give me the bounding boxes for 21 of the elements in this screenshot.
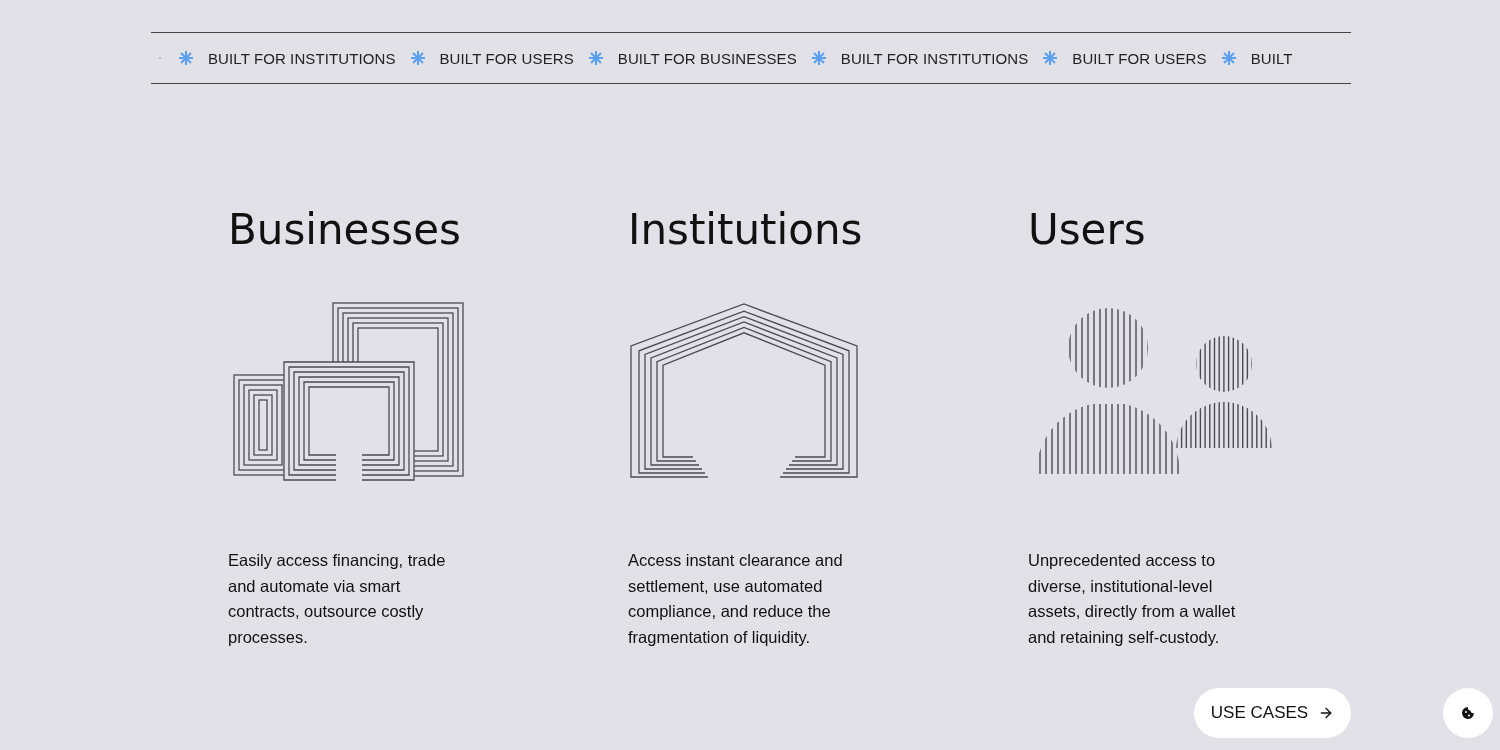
ticker-text: BUILT FOR INSTITUTIONS [208,49,396,67]
cookie-icon [1461,706,1475,720]
column-description: Access instant clearance and settlement, use automated compliance, and reduce the fragmentation of liquidity. [628,550,844,648]
column-description: Unprecedented access to diverse, institutional-level assets, directly from a wallet and retaining self-custody. [1028,550,1237,648]
ticker-text: BUILT FOR INSTITUTIONS [840,49,1029,67]
column-title: Users [1028,204,1146,256]
sparkle-icon [810,50,827,66]
ticker-text: BUILT [1250,49,1293,67]
column-description: Easily access financing, trade and automate via smart contracts, outsource costly processes. [228,550,447,648]
column-title: Institutions [628,204,863,256]
sparkle-icon [409,50,426,66]
sparkle-icon [587,50,604,66]
sparkle-icon [1042,50,1059,66]
sparkle-icon [178,50,194,66]
ticker-text: BUILT FOR USERS [439,49,574,67]
column-title: Businesses [228,204,461,256]
use-cases-button[interactable]: USE CASES [1194,688,1351,738]
sparkle-icon [1220,50,1237,66]
cookie-button[interactable] [1443,688,1493,738]
ticker-text: BUILT FOR USERS [1072,49,1207,67]
ticker-text: BUILT FOR BUSINESSES [617,49,797,67]
